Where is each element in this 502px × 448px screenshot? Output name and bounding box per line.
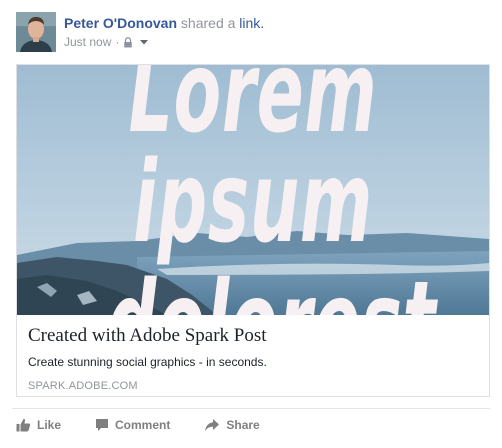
author-avatar[interactable]: [16, 12, 56, 52]
share-label: Share: [226, 418, 260, 432]
shared-object-link[interactable]: link.: [239, 15, 264, 31]
like-button[interactable]: Like: [16, 418, 61, 432]
header-text: Peter O'Donovan shared a link. Just now …: [64, 14, 264, 49]
actions-divider: [12, 408, 490, 409]
comment-icon: [96, 419, 109, 431]
comment-label: Comment: [115, 418, 171, 432]
action-text: shared a: [180, 15, 236, 31]
link-preview-body: Created with Adobe Spark Post Create stu…: [17, 315, 489, 393]
link-preview-card[interactable]: Lorem ipsum dolorest Created with Adobe …: [16, 64, 490, 397]
thumbs-up-icon: [16, 418, 31, 432]
share-button[interactable]: Share: [204, 418, 260, 432]
post-meta: Just now ·: [64, 35, 264, 49]
image-text-line-1: Lorem: [128, 65, 378, 158]
post-header: Peter O'Donovan shared a link. Just now …: [16, 12, 486, 56]
author-name-link[interactable]: Peter O'Donovan: [64, 15, 177, 31]
link-title[interactable]: Created with Adobe Spark Post: [28, 325, 477, 347]
image-text-line-2: ipsum: [133, 138, 373, 268]
lock-icon: [124, 36, 133, 47]
link-domain: SPARK.ADOBE.COM: [28, 380, 138, 392]
like-label: Like: [37, 418, 62, 432]
link-preview-image[interactable]: Lorem ipsum dolorest: [17, 65, 489, 315]
timestamp-link[interactable]: Just now: [64, 35, 111, 49]
meta-separator: ·: [115, 35, 120, 49]
image-text-line-3: dolorest: [107, 267, 436, 315]
avatar-image: [16, 12, 56, 52]
link-description: Create stunning social graphics - in sec…: [28, 355, 267, 369]
post-actions-bar: Like Comment Share: [16, 416, 294, 434]
share-arrow-icon: [205, 419, 220, 431]
caret-down-icon[interactable]: [138, 36, 150, 48]
author-line: Peter O'Donovan shared a link.: [64, 14, 264, 32]
comment-button[interactable]: Comment: [95, 418, 170, 432]
